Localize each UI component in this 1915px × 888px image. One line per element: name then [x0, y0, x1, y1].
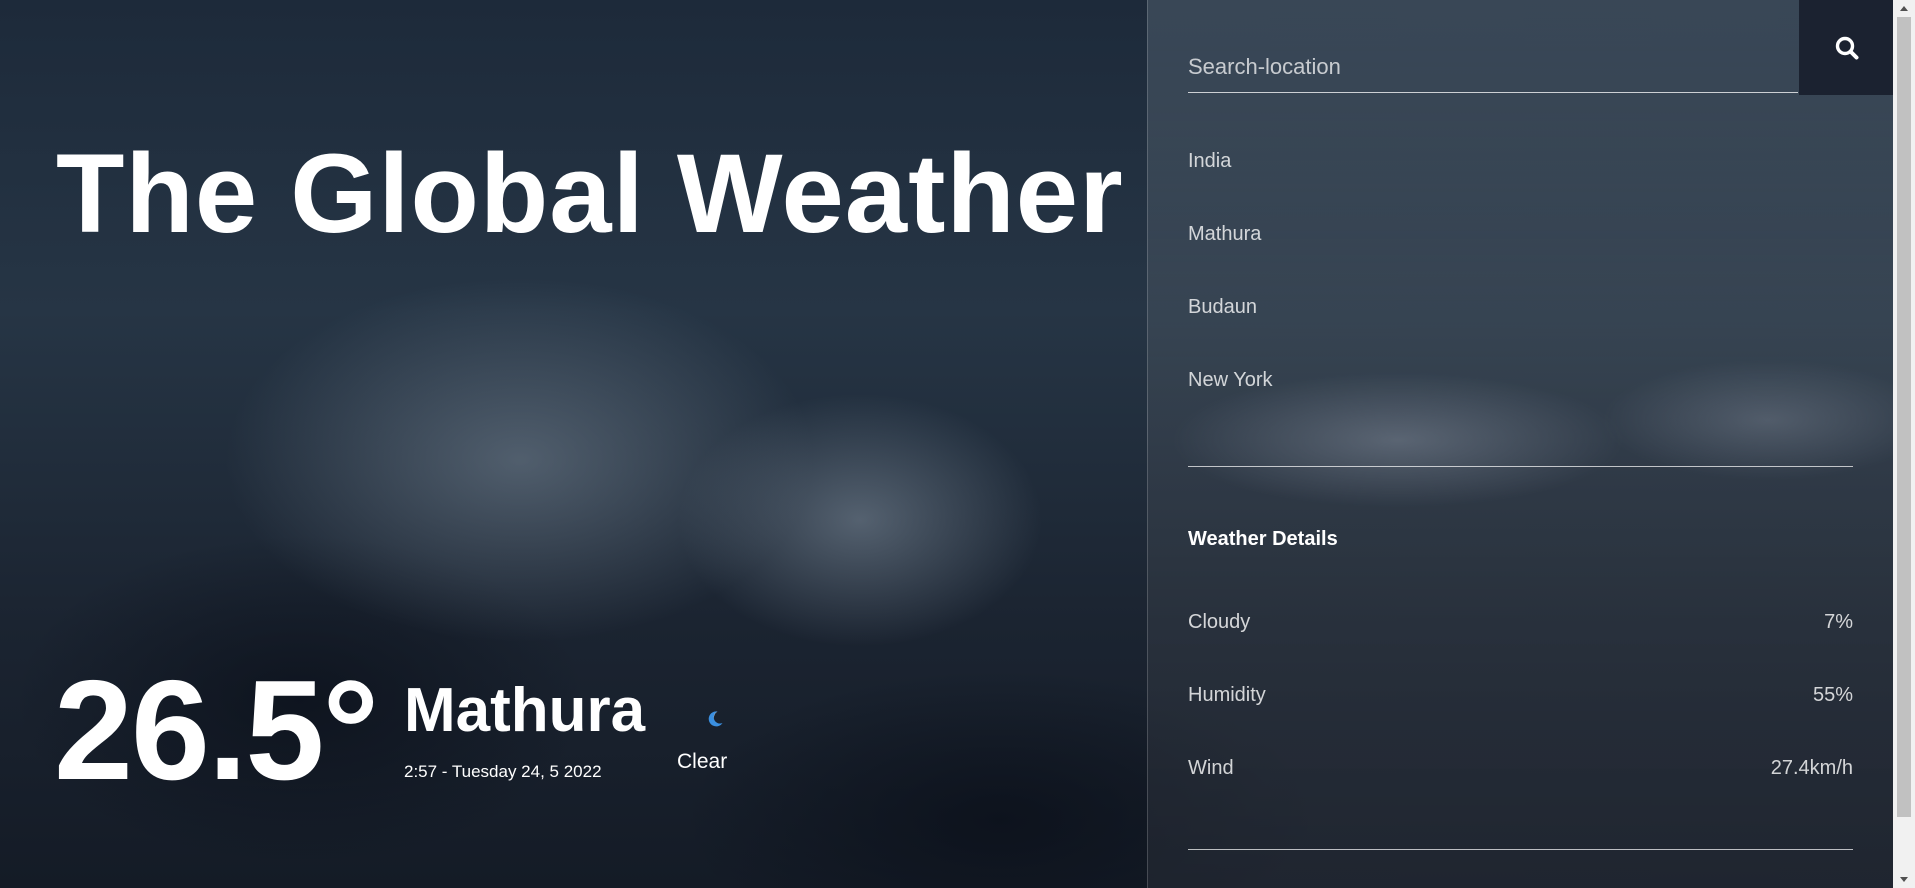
scrollbar-thumb[interactable]: [1897, 17, 1911, 817]
detail-value: 27.4km/h: [1770, 757, 1853, 779]
current-city: Mathura: [404, 676, 646, 745]
divider: [1188, 466, 1853, 467]
scroll-up-arrow-icon[interactable]: [1893, 0, 1915, 17]
location-item-india[interactable]: India: [1188, 150, 1853, 223]
temperature-reading: 26.5°: [54, 651, 379, 810]
weather-details-heading: Weather Details: [1188, 528, 1338, 550]
search-icon: [1835, 36, 1858, 59]
detail-row-cloudy: Cloudy 7%: [1188, 611, 1853, 634]
weather-app: The Global Weather 26.5° Mathura 2:57 - …: [0, 0, 1915, 888]
moon-icon: [708, 711, 723, 727]
app-title: The Global Weather: [56, 131, 1124, 256]
divider: [1188, 849, 1853, 850]
vertical-scrollbar[interactable]: [1893, 0, 1915, 888]
search-button[interactable]: [1799, 0, 1894, 95]
current-datetime: 2:57 - Tuesday 24, 5 2022: [404, 762, 602, 781]
location-item-budaun[interactable]: Budaun: [1188, 296, 1853, 369]
search-location-input[interactable]: [1188, 42, 1798, 93]
detail-row-wind: Wind 27.4km/h: [1188, 757, 1853, 780]
detail-value: 7%: [1824, 611, 1853, 633]
location-item-mathura[interactable]: Mathura: [1188, 223, 1853, 296]
sidebar-panel: India Mathura Budaun New York Weather De…: [1147, 0, 1896, 888]
detail-label: Wind: [1188, 757, 1234, 779]
detail-label: Cloudy: [1188, 611, 1251, 633]
detail-value: 55%: [1812, 684, 1853, 706]
weather-condition: Clear: [677, 750, 728, 773]
detail-row-humidity: Humidity 55%: [1188, 684, 1853, 707]
location-item-new-york[interactable]: New York: [1188, 369, 1853, 442]
location-list: India Mathura Budaun New York: [1188, 150, 1853, 442]
detail-label: Humidity: [1188, 684, 1266, 706]
scroll-down-arrow-icon[interactable]: [1893, 871, 1915, 888]
